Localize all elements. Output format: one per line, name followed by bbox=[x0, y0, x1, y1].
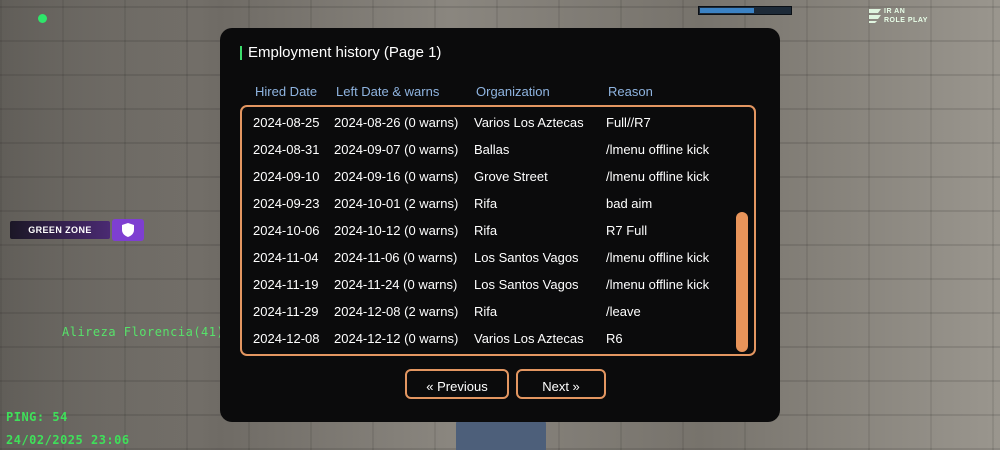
cell-hired-date: 2024-11-19 bbox=[253, 277, 319, 292]
table-row[interactable]: 2024-08-31 2024-09-07 (0 warns) Ballas/lme… bbox=[242, 136, 742, 163]
cell-left-date: 2024-10-12 (0 warns) bbox=[334, 223, 459, 238]
cell-organization: Rifa bbox=[474, 223, 498, 238]
cell-organization: Ballas bbox=[474, 142, 510, 157]
history-list[interactable]: 2024-08-25 2024-08-26 (0 warns) Varios Los… bbox=[240, 105, 756, 356]
ping-readout: PING: 54 bbox=[6, 410, 68, 424]
cell-hired-date: 2024-11-04 bbox=[253, 250, 319, 265]
player-character bbox=[456, 418, 546, 450]
table-row[interactable]: 2024-08-25 2024-08-26 (0 warns) Varios Los… bbox=[242, 109, 742, 136]
zone-label: GREEN ZONE bbox=[10, 221, 110, 239]
column-header-left-date: Left Date & warns bbox=[336, 84, 440, 99]
cell-hired-date: 2024-12-08 bbox=[253, 331, 320, 346]
zone-shield-icon bbox=[112, 219, 144, 241]
cell-organization: Grove Street bbox=[474, 169, 548, 184]
cell-organization: Los Santos Vagos bbox=[474, 250, 579, 265]
cell-reason: /leave bbox=[606, 304, 641, 319]
player-name-tag: Alireza Florencia(41) bbox=[62, 325, 225, 339]
cell-hired-date: 2024-08-25 bbox=[253, 115, 320, 130]
server-logo-icon bbox=[869, 9, 881, 23]
cell-reason: /lmenu offline kick bbox=[606, 169, 710, 184]
table-header: Hired Date Left Date & warns Organizatio… bbox=[220, 84, 780, 102]
next-page-button[interactable]: Next » bbox=[516, 369, 606, 399]
cell-left-date: 2024-12-12 (0 warns) bbox=[334, 331, 459, 346]
cell-left-date: 2024-09-16 (0 warns) bbox=[334, 169, 459, 184]
cell-organization: Varios Los Aztecas bbox=[474, 331, 584, 346]
table-row[interactable]: 2024-10-06 2024-10-12 (0 warns) Rifa R7 Ful… bbox=[242, 217, 742, 244]
table-row[interactable]: 2024-09-23 2024-10-01 (2 warns) Rifa bad ai… bbox=[242, 190, 742, 217]
cell-left-date: 2024-09-07 (0 warns) bbox=[334, 142, 459, 157]
zone-indicator: GREEN ZONE bbox=[10, 219, 144, 241]
cell-hired-date: 2024-11-29 bbox=[253, 304, 319, 319]
server-logo: IR AN ROLE PLAY bbox=[868, 6, 930, 28]
cell-reason: /lmenu offline kick bbox=[606, 142, 710, 157]
dialog-title: Employment history (Page 1) bbox=[248, 44, 442, 61]
cell-organization: Varios Los Aztecas bbox=[474, 115, 584, 130]
table-row[interactable]: 2024-09-10 2024-09-16 (0 warns) Grove Stre… bbox=[242, 163, 742, 190]
cell-left-date: 2024-11-06 (0 warns) bbox=[334, 250, 458, 265]
cell-hired-date: 2024-09-10 bbox=[253, 169, 320, 184]
cell-left-date: 2024-11-24 (0 warns) bbox=[334, 277, 458, 292]
previous-page-button[interactable]: « Previous bbox=[405, 369, 509, 399]
cell-reason: /lmenu offline kick bbox=[606, 277, 710, 292]
column-header-organization: Organization bbox=[476, 84, 550, 99]
table-row[interactable]: 2024-11-29 2024-12-08 (2 warns) Rifa/leave bbox=[242, 298, 742, 325]
cell-hired-date: 2024-08-31 bbox=[253, 142, 320, 157]
cell-reason: bad aim bbox=[606, 196, 653, 211]
status-dot-icon bbox=[38, 14, 47, 23]
health-bar-fill bbox=[700, 8, 754, 13]
cell-left-date: 2024-08-26 (0 warns) bbox=[334, 115, 459, 130]
table-row[interactable]: 2024-11-04 2024-11-06 (0 warns) Los Santos… bbox=[242, 244, 742, 271]
list-scrollbar[interactable] bbox=[736, 212, 748, 352]
column-header-reason: Reason bbox=[608, 84, 653, 99]
cell-left-date: 2024-12-08 (2 warns) bbox=[334, 304, 459, 319]
employment-history-dialog: Employment history (Page 1) Hired Date L… bbox=[220, 28, 780, 422]
cell-hired-date: 2024-10-06 bbox=[253, 223, 320, 238]
cell-organization: Rifa bbox=[474, 304, 498, 319]
cell-reason: Full//R7 bbox=[606, 115, 651, 130]
title-accent-bar bbox=[240, 46, 242, 60]
column-header-hired-date: Hired Date bbox=[255, 84, 318, 99]
cell-reason: R7 Full bbox=[606, 223, 648, 238]
datetime-readout: 24/02/2025 23:06 bbox=[6, 433, 130, 447]
cell-organization: Los Santos Vagos bbox=[474, 277, 579, 292]
logo-text-line1: IR AN bbox=[884, 8, 906, 15]
cell-hired-date: 2024-09-23 bbox=[253, 196, 320, 211]
cell-organization: Rifa bbox=[474, 196, 498, 211]
cell-reason: R6 bbox=[606, 331, 623, 346]
cell-left-date: 2024-10-01 (2 warns) bbox=[334, 196, 459, 211]
logo-text-line2: ROLE PLAY bbox=[884, 17, 928, 24]
table-row[interactable]: 2024-12-08 2024-12-12 (0 warns) Varios Los… bbox=[242, 325, 742, 352]
cell-reason: /lmenu offline kick bbox=[606, 250, 710, 265]
table-row[interactable]: 2024-11-19 2024-11-24 (0 warns) Los Santos… bbox=[242, 271, 742, 298]
health-bar bbox=[698, 6, 792, 15]
